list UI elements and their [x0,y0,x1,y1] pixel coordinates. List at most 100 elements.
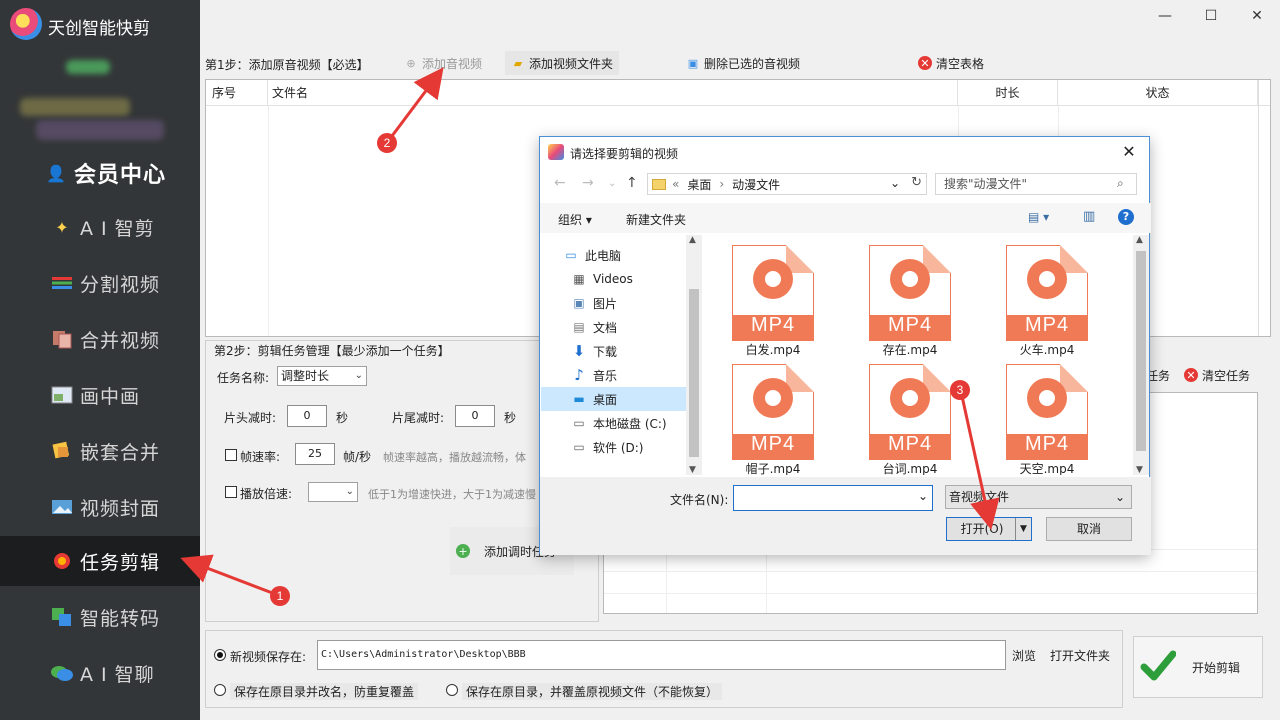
file-item[interactable]: MP4 存在.mp4 [842,239,952,357]
sidebar-item-task-edit[interactable]: 任务剪辑 [0,536,200,586]
dialog-close-icon[interactable]: ✕ [1115,139,1143,165]
task-name-select[interactable]: 调整时长 ⌄ [277,366,367,386]
clear-table-button[interactable]: ✕ 清空表格 [912,51,990,75]
dialog-file-grid: MP4 白发.mp4 MP4 存在.mp4 MP4 火车.mp4 MP4 帽子.… [705,235,1133,475]
add-folder-label: 添加视频文件夹 [529,56,614,71]
file-grid-scrollbar[interactable]: ▲ ▼ [1133,235,1149,475]
videos-folder-icon: ▦ [573,272,585,286]
tree-item-drive-c[interactable]: ▭ 本地磁盘 (C:) [541,411,686,435]
tail-cut-input[interactable]: 0 [455,405,495,427]
delete-selected-button[interactable]: ▣ 删除已选的音视频 [680,51,806,75]
app-title: 天创智能快剪 [48,19,150,39]
preview-pane-icon[interactable]: ▥ [1083,209,1095,224]
mp4-file-icon: MP4 [869,245,951,341]
file-item[interactable]: MP4 台词.mp4 [842,358,952,475]
output-path-input[interactable]: C:\Users\Administrator\Desktop\BBB [317,640,1006,670]
close-window-button[interactable]: ✕ [1234,0,1280,32]
filename-input[interactable]: ⌄ [733,485,933,511]
refresh-icon[interactable]: ↻ [911,175,922,190]
organize-menu[interactable]: 组织 ▾ [558,211,592,228]
chevron-down-icon[interactable]: ⌄ [918,489,928,503]
save-new-radio[interactable] [214,649,226,661]
start-edit-button[interactable]: 开始剪辑 [1133,636,1263,698]
sidebar-item-ai-edit[interactable]: ✦ A I 智剪 [0,202,200,252]
open-button[interactable]: 打开(O) ▼ [946,517,1032,541]
rename-radio[interactable] [214,684,226,696]
clear-icon: ✕ [918,56,932,70]
delete-icon: ▣ [687,56,699,70]
browse-button[interactable]: 浏览 [1006,643,1042,667]
tree-item-music[interactable]: ♪ 音乐 [541,363,686,387]
search-icon[interactable]: ⌕ [1117,176,1124,191]
col-duration[interactable]: 时长 [958,80,1058,106]
back-arrow-icon[interactable]: ← [554,175,566,191]
chevron-down-icon[interactable]: ⌄ [890,176,900,190]
sidebar-item-label: A I 智聊 [80,663,155,686]
maximize-button[interactable]: ☐ [1188,0,1234,32]
sidebar-item-merge[interactable]: 合并视频 [0,314,200,364]
open-dropdown-icon[interactable]: ▼ [1015,518,1031,540]
sidebar-item-transcode[interactable]: 智能转码 [0,592,200,642]
overwrite-radio[interactable] [446,684,458,696]
file-item[interactable]: MP4 白发.mp4 [705,239,815,357]
sidebar-item-label: 分割视频 [80,273,161,296]
breadcrumb-overflow[interactable]: « [672,177,679,191]
forward-arrow-icon[interactable]: → [582,175,594,191]
sidebar-item-label: 嵌套合并 [80,441,161,464]
minimize-button[interactable]: — [1142,0,1188,32]
tree-item-drive-d[interactable]: ▭ 软件 (D:) [541,435,686,459]
help-icon[interactable]: ? [1118,209,1134,225]
sidebar-item-label: A I 智剪 [80,217,155,240]
new-folder-button[interactable]: 新建文件夹 [626,211,686,228]
breadcrumb-desktop[interactable]: 桌面 [687,176,711,193]
sidebar-item-vip[interactable]: 👤 会员中心 [0,148,200,198]
file-name: 帽子.mp4 [745,462,801,475]
tree-item-label: 文档 [593,320,618,335]
sidebar-item-cover[interactable]: 视频封面 [0,482,200,532]
sidebar-item-label: 智能转码 [80,607,161,630]
clear-tasks-button[interactable]: ✕ 清空任务 [1178,363,1256,387]
add-av-button[interactable]: ⊕ 添加音视频 [398,51,488,75]
col-filename[interactable]: 文件名 [268,80,958,106]
breadcrumb[interactable]: « 桌面 › 动漫文件 ⌄ ↻ [647,173,927,195]
filetype-select[interactable]: 音视频文件 ⌄ [945,485,1132,509]
speed-checkbox[interactable] [225,486,237,498]
nested-merge-icon [50,440,74,462]
open-folder-button[interactable]: 打开文件夹 [1044,643,1116,667]
annotation-badge-1: 1 [270,586,290,606]
start-edit-label: 开始剪辑 [1192,660,1241,675]
fps-input[interactable]: 25 [295,443,335,465]
tree-item-downloads[interactable]: ⬇ 下载 [541,339,686,363]
view-options-icon[interactable]: ▤ ▾ [1028,210,1049,224]
file-item[interactable]: MP4 帽子.mp4 [705,358,815,475]
fps-checkbox[interactable] [225,449,237,461]
sidebar-item-pip[interactable]: 画中画 [0,370,200,420]
sidebar-item-nested[interactable]: 嵌套合并 [0,426,200,476]
history-chevron-icon[interactable]: ⌄ [608,178,616,189]
add-folder-button[interactable]: ▰ 添加视频文件夹 [505,51,620,75]
tree-item-videos[interactable]: ▦ Videos [541,267,686,291]
dialog-search-input[interactable]: 搜索"动漫文件" [935,173,1137,195]
file-name: 白发.mp4 [745,343,801,357]
up-arrow-icon[interactable]: ↑ [626,175,638,191]
file-item[interactable]: MP4 天空.mp4 [979,358,1089,475]
browse-label: 浏览 [1012,648,1037,663]
file-item[interactable]: MP4 火车.mp4 [979,239,1089,357]
sidebar-item-split[interactable]: 分割视频 [0,258,200,308]
cancel-button[interactable]: 取消 [1046,517,1132,541]
tree-item-documents[interactable]: ▤ 文档 [541,315,686,339]
breadcrumb-current[interactable]: 动漫文件 [732,176,780,193]
split-video-icon [50,272,74,294]
ai-chat-icon [50,662,74,684]
col-status[interactable]: 状态 [1058,80,1258,106]
chevron-down-icon: ⌄ [345,486,354,497]
tree-item-pictures[interactable]: ▣ 图片 [541,291,686,315]
tree-item-this-pc[interactable]: ▭ 此电脑 [541,243,686,267]
tree-item-desktop[interactable]: ▬ 桌面 [541,387,686,411]
tree-scrollbar[interactable]: ▲ ▼ [686,235,702,475]
col-index[interactable]: 序号 [206,80,268,106]
speed-select[interactable]: ⌄ [308,482,358,502]
sidebar-item-ai-chat[interactable]: A I 智聊 [0,648,200,698]
breadcrumb-separator: › [719,177,725,191]
head-cut-input[interactable]: 0 [287,405,327,427]
